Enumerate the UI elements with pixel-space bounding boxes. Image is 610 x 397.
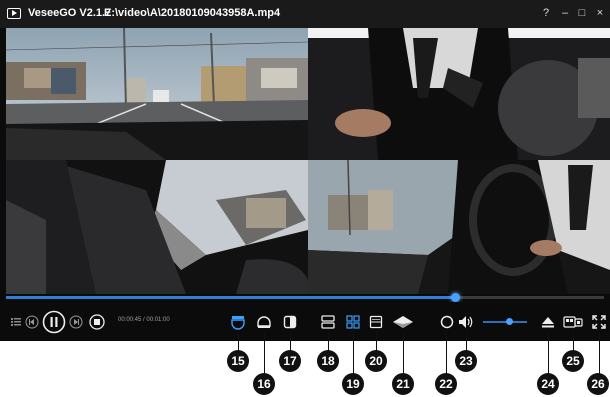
callout-21: 21 [392, 373, 414, 395]
side-view-icon[interactable] [280, 312, 300, 332]
callout-15: 15 [227, 350, 249, 372]
app-name: VeseeGO V2.1.7 [28, 7, 112, 19]
seek-bar-fill [6, 296, 455, 299]
side-camera-view[interactable] [6, 160, 308, 294]
quad-view-icon[interactable] [343, 312, 363, 332]
minimize-button[interactable]: – [558, 5, 572, 21]
callout-line [599, 332, 600, 374]
callout-line [376, 332, 377, 352]
callout-23: 23 [455, 350, 477, 372]
list-icon[interactable] [10, 316, 22, 328]
callout-18: 18 [317, 350, 339, 372]
next-icon[interactable] [68, 314, 83, 329]
callout-25: 25 [562, 350, 584, 372]
volume-slider[interactable] [483, 318, 527, 325]
snapshot-icon[interactable] [562, 312, 584, 332]
callout-line [290, 332, 291, 352]
seek-bar[interactable] [6, 293, 604, 302]
seek-handle[interactable] [450, 293, 460, 302]
callout-20: 20 [365, 350, 387, 372]
callout-17: 17 [279, 350, 301, 372]
callout-line [573, 332, 574, 352]
app-logo-icon [7, 8, 21, 19]
callout-line [466, 332, 467, 352]
rotate-icon[interactable] [437, 312, 457, 332]
callout-19: 19 [342, 373, 364, 395]
callout-24: 24 [537, 373, 559, 395]
time-display: 00:00:45 / 00:01:00 [118, 317, 170, 323]
close-button[interactable]: × [593, 5, 607, 21]
control-bar: 00:00:45 / 00:01:00 [0, 302, 610, 341]
help-button[interactable]: ? [539, 5, 553, 21]
callout-line [238, 332, 239, 352]
ground-view-icon[interactable] [391, 312, 415, 332]
fullscreen-icon[interactable] [589, 312, 609, 332]
file-path: E:\video\A\20180109043958A.mp4 [104, 7, 281, 19]
maximize-button[interactable]: □ [575, 5, 589, 21]
callout-line [328, 332, 329, 352]
stop-icon[interactable] [88, 313, 105, 330]
volume-icon[interactable] [456, 312, 476, 332]
title-bar: VeseeGO V2.1.7 E:\video\A\20180109043958… [0, 0, 610, 28]
front-camera-view[interactable] [6, 28, 308, 160]
previous-icon[interactable] [24, 314, 39, 329]
panorama-view-icon[interactable] [366, 312, 386, 332]
callout-line [446, 332, 447, 374]
volume-handle[interactable] [506, 318, 514, 325]
cabin-camera-view[interactable] [308, 160, 610, 294]
callout-line [353, 332, 354, 374]
front-half-view-icon[interactable] [228, 312, 248, 332]
callout-26: 26 [587, 373, 609, 395]
callout-22: 22 [435, 373, 457, 395]
player-window: VeseeGO V2.1.7 E:\video\A\20180109043958… [0, 0, 610, 341]
eject-icon[interactable] [538, 312, 558, 332]
rear-half-view-icon[interactable] [254, 312, 274, 332]
driver-camera-view[interactable] [308, 28, 610, 160]
callout-line [548, 332, 549, 374]
callout-line [403, 332, 404, 374]
callout-16: 16 [253, 373, 275, 395]
pause-icon[interactable] [41, 309, 66, 334]
callout-line [264, 332, 265, 374]
dual-view-icon[interactable] [318, 312, 338, 332]
